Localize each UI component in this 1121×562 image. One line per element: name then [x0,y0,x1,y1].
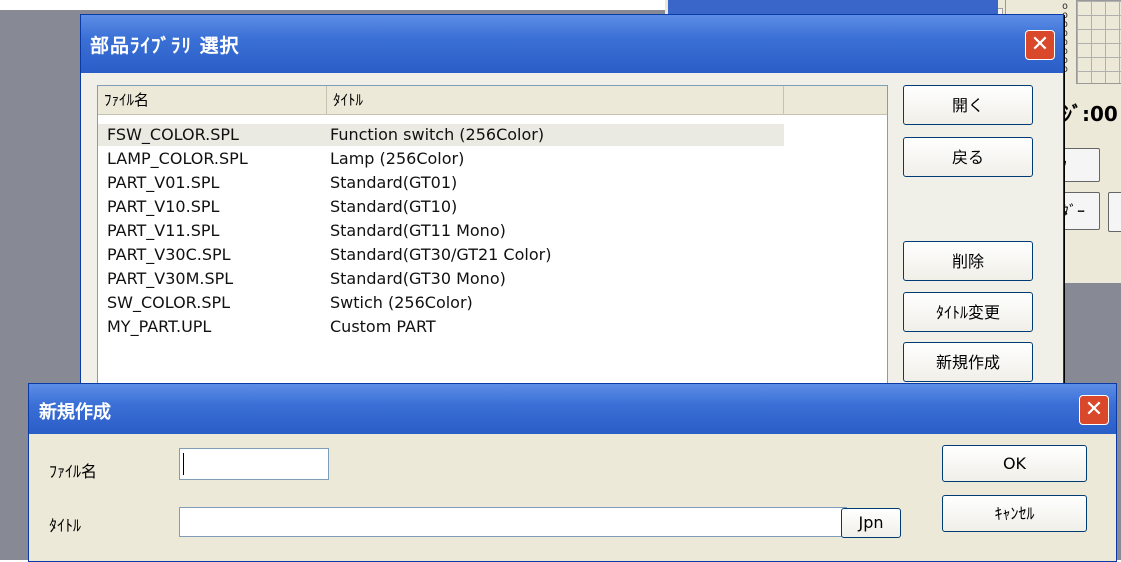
filename-input[interactable] [179,448,329,480]
column-header-filename[interactable]: ﾌｧｲﾙ名 [98,86,327,114]
list-item-title: Standard(GT30 Mono) [330,269,506,288]
library-dialog-titlebar: 部品ﾗｲﾌﾞﾗﾘ 選択 ✕ [81,15,1063,73]
list-item-title: Lamp (256Color) [330,149,465,168]
close-icon[interactable]: ✕ [1079,395,1109,425]
list-item[interactable]: PART_V11.SPL Standard(GT11 Mono) [98,220,784,242]
list-item-filename: SW_COLOR.SPL [107,293,231,312]
list-item[interactable]: PART_V10.SPL Standard(GT10) [98,196,784,218]
library-dialog-title: 部品ﾗｲﾌﾞﾗﾘ 選択 [90,35,240,57]
open-button[interactable]: 開く [903,85,1033,125]
background-button-3[interactable] [1108,192,1121,232]
list-item-filename: LAMP_COLOR.SPL [107,149,248,168]
list-item[interactable]: PART_V01.SPL Standard(GT01) [98,172,784,194]
list-item-title: Standard(GT01) [330,173,458,192]
list-item-title: Custom PART [330,317,436,336]
library-file-list[interactable]: ﾌｧｲﾙ名 ﾀｲﾄﾙ FSW_COLOR.SPL Function switch… [97,85,888,385]
list-item-title: Swtich (256Color) [330,293,473,312]
rename-title-button[interactable]: ﾀｲﾄﾙ変更 [903,292,1033,332]
new-file-dialog: 新規作成 ✕ ﾌｧｲﾙ名 ﾀｲﾄﾙ Jpn OK ｷｬﾝｾﾙ [28,383,1117,562]
list-item-filename: MY_PART.UPL [107,317,212,336]
filename-label: ﾌｧｲﾙ名 [49,462,98,481]
list-item-title: Standard(GT30/GT21 Color) [330,245,552,264]
back-button[interactable]: 戻る [903,137,1033,177]
list-item[interactable]: PART_V30M.SPL Standard(GT30 Mono) [98,268,784,290]
grid-preview [1076,0,1121,84]
list-item-title: Function switch (256Color) [330,125,545,144]
background-window-titlebar [668,0,998,14]
list-item[interactable]: FSW_COLOR.SPL Function switch (256Color) [98,124,784,146]
list-header: ﾌｧｲﾙ名 ﾀｲﾄﾙ [98,86,887,115]
list-item-filename: PART_V01.SPL [107,173,220,192]
list-item-title: Standard(GT10) [330,197,458,216]
library-select-dialog: 部品ﾗｲﾌﾞﾗﾘ 選択 ✕ ﾌｧｲﾙ名 ﾀｲﾄﾙ FSW_COLOR.SPL F… [80,14,1064,386]
list-item[interactable]: SW_COLOR.SPL Swtich (256Color) [98,292,784,314]
background-button-2-label: ﾀﾞｰ [1061,202,1086,221]
text-caret [183,453,184,475]
new-dialog-title: 新規作成 [39,402,111,423]
list-item[interactable]: PART_V30C.SPL Standard(GT30/GT21 Color) [98,244,784,266]
delete-button[interactable]: 削除 [903,241,1033,281]
close-icon[interactable]: ✕ [1025,30,1055,60]
ok-button[interactable]: OK [942,445,1087,482]
cancel-button[interactable]: ｷｬﾝｾﾙ [942,495,1087,532]
list-item-title: Standard(GT11 Mono) [330,221,506,240]
title-label: ﾀｲﾄﾙ [49,516,82,535]
background-status-text: ｼﾞ:00 [1062,102,1118,126]
list-item-filename: PART_V30M.SPL [107,269,234,288]
language-button[interactable]: Jpn [841,508,901,538]
list-item[interactable]: MY_PART.UPL Custom PART [98,316,784,338]
list-item-filename: PART_V11.SPL [107,221,220,240]
list-item-filename: PART_V30C.SPL [107,245,231,264]
column-header-title[interactable]: ﾀｲﾄﾙ [327,86,784,114]
column-header-blank[interactable] [784,86,887,114]
list-item-filename: PART_V10.SPL [107,197,220,216]
list-item-filename: FSW_COLOR.SPL [107,125,239,144]
new-button[interactable]: 新規作成 [903,342,1033,382]
new-dialog-titlebar: 新規作成 ✕ [29,384,1116,434]
list-item[interactable]: LAMP_COLOR.SPL Lamp (256Color) [98,148,784,170]
title-input[interactable] [179,507,847,537]
